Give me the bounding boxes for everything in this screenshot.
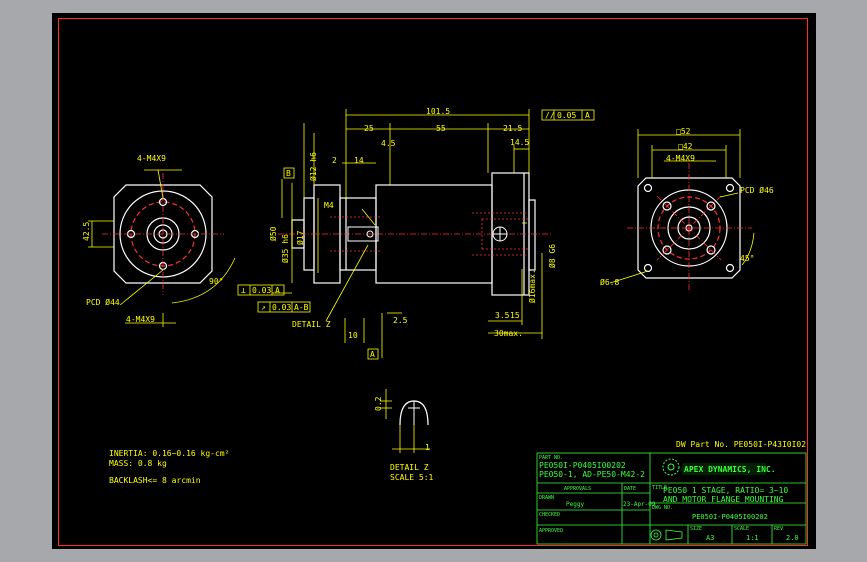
tb-size-label: SIZE: [690, 526, 702, 532]
cad-drawing: 4-M4X9 PCD Ø44 4-M4X9 90° 42.5 101.5 25 …: [82, 107, 807, 545]
dim-overall: 101.5: [426, 107, 450, 116]
tb-approvals: APPROVALS: [564, 486, 591, 492]
dim-55: 55: [436, 124, 446, 133]
front-dim-side: 42.5: [82, 222, 91, 241]
datum-b: B: [283, 167, 295, 179]
gdt-perp-value: 0.03: [252, 286, 271, 295]
right-dimensions: [609, 129, 755, 284]
tb-date-label: DATE: [624, 486, 636, 492]
tb-drawn: Peggy: [566, 501, 584, 508]
right-pcd: PCD Ø46: [740, 185, 774, 195]
detail-callout: DETAIL Z: [292, 320, 331, 329]
right-corner-hole: [643, 183, 653, 193]
dia-35: Ø35 h6: [280, 234, 290, 263]
thread-m4: M4: [324, 201, 334, 210]
front-thread-top: 4-M4X9: [137, 154, 166, 163]
gdt-perpendicularity: ⊥ 0.03 A: [237, 284, 285, 296]
tb-drawn-label: DRAWN: [539, 495, 554, 501]
dim-21-5: 21.5: [503, 124, 522, 133]
detail-z: 0.2 1 DETAIL Z SCALE 5:1: [374, 389, 434, 482]
svg-text:B: B: [286, 169, 291, 178]
tb-rev-label: REV: [774, 526, 783, 532]
dia-12: Ø12 h6: [308, 152, 318, 181]
tb-part-no-1: PE050I-P0405I00202: [539, 461, 626, 470]
projection-symbol: [650, 529, 683, 541]
tb-part-no-2: PE050-1, AD-PE50-M42-2: [539, 470, 645, 479]
gdt-flat-ref: A: [585, 111, 590, 120]
tb-date: 23-Apr-09: [623, 501, 656, 508]
gdt-flat-value: 0.05: [557, 111, 576, 120]
company-logo: APEX DYNAMICS, INC.: [662, 458, 776, 476]
detail-label: DETAIL Z: [390, 463, 429, 472]
right-corner-hole: [725, 263, 735, 273]
dim-2-5: 2.5: [393, 316, 408, 325]
dia-8: Ø8 G6: [547, 244, 557, 268]
front-angle: 90°: [209, 277, 223, 286]
right-corner-hole: [725, 183, 735, 193]
tb-checked-label: CHECKED: [539, 512, 560, 518]
front-thread-bottom: 4-M4X9: [126, 315, 155, 324]
dim-25: 25: [364, 124, 374, 133]
right-thread: 4-M4X9: [666, 154, 695, 163]
dia-17: Ø17: [295, 230, 305, 245]
right-sq52: □52: [676, 127, 691, 136]
tb-scale-label: SCALE: [734, 526, 749, 532]
right-angle: 45°: [740, 254, 754, 263]
detail-scale: SCALE 5:1: [390, 473, 434, 482]
dim-10: 10: [348, 331, 358, 340]
tb-dwg-no-label: DWG NO.: [652, 505, 673, 511]
gdt-perp-ref: A: [275, 286, 280, 295]
svg-text:⊥: ⊥: [241, 286, 246, 295]
dia-16: Ø16max.: [527, 269, 537, 303]
right-sq42: □42: [678, 142, 693, 151]
dim-4-5: 4.5: [381, 139, 396, 148]
tb-company: APEX DYNAMICS, INC.: [684, 465, 776, 474]
note-mass: MASS: 0.8 kg: [109, 459, 167, 468]
gdt-runout: ↗ 0.03 A-B: [257, 301, 311, 313]
tb-approved-label: APPROVED: [539, 528, 563, 534]
gdt-flatness: // 0.05 A: [541, 109, 595, 121]
note-backlash: BACKLASH<= 8 arcmin: [109, 476, 201, 485]
tb-dwg-no: PE050I-P0405I00202: [692, 513, 768, 521]
dia-50: Ø50: [268, 226, 278, 241]
detail-dim-1: 1: [425, 443, 430, 452]
right-corner-hole: [643, 263, 653, 273]
note-inertia: INERTIA: 0.16~0.16 kg-cm²: [109, 449, 229, 458]
datum-a: A: [367, 348, 379, 360]
cad-viewport[interactable]: 4-M4X9 PCD Ø44 4-M4X9 90° 42.5 101.5 25 …: [52, 13, 816, 549]
tb-title-1: PE050 1 STAGE, RATIO= 3~10: [663, 486, 788, 495]
svg-text:A: A: [370, 350, 375, 359]
dim-15: 15: [510, 311, 520, 320]
dim-14: 14: [354, 156, 364, 165]
tb-title-2: AND MOTOR FLANGE MOUNTING: [663, 495, 784, 504]
tb-scale: 1:1: [746, 534, 759, 542]
svg-text://: //: [545, 111, 555, 120]
detail-dim-0-2: 0.2: [374, 396, 383, 411]
dwg-part-no: DW Part No. PE050I-P43I0I02: [676, 440, 806, 449]
svg-text:↗: ↗: [261, 303, 266, 312]
dim-2: 2: [332, 156, 337, 165]
gdt-run-ref: A-B: [294, 303, 309, 312]
right-hole: Ø6.8: [600, 277, 619, 287]
dim-30max: 30max.: [494, 329, 523, 338]
tb-rev: 2.0: [786, 534, 799, 542]
dim-14-5: 14.5: [510, 138, 529, 147]
dim-3-5: 3.5: [495, 311, 510, 320]
side-motor-pilot: [528, 199, 536, 271]
gdt-run-value: 0.03: [272, 303, 291, 312]
tb-size: A3: [706, 534, 714, 542]
front-pcd-label: PCD Ø44: [86, 297, 120, 307]
